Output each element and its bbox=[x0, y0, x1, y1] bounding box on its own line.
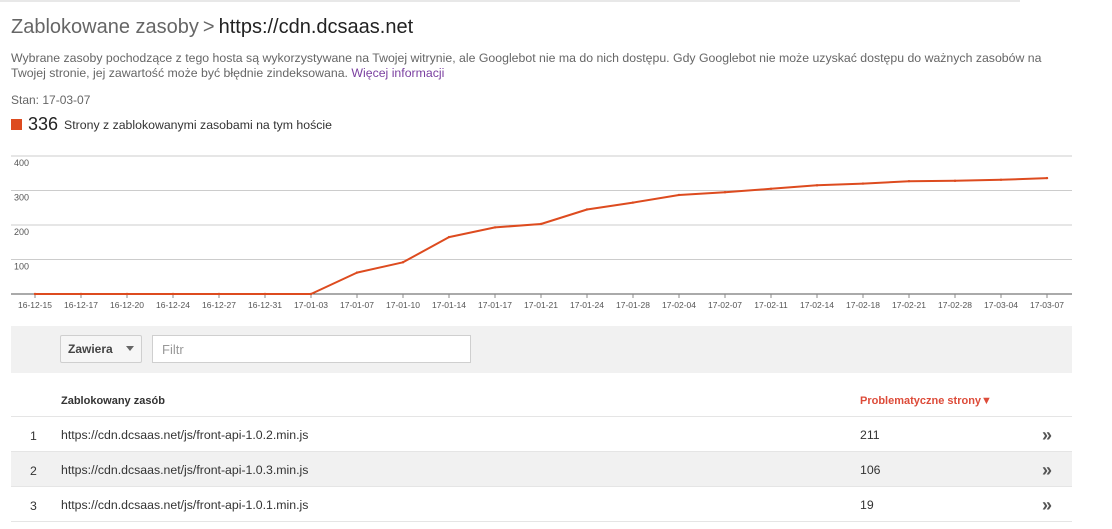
y-tick-label: 100 bbox=[14, 262, 29, 272]
double-chevron-right-icon[interactable]: » bbox=[1042, 495, 1052, 516]
breadcrumb-separator: > bbox=[202, 16, 215, 38]
x-tick-label: 17-01-24 bbox=[570, 300, 604, 310]
x-tick-label: 16-12-17 bbox=[64, 300, 98, 310]
data-point bbox=[217, 292, 221, 296]
affected-pages-count: 19 bbox=[860, 498, 874, 512]
description: Wybrane zasoby pochodzące z tego hosta s… bbox=[11, 51, 1051, 81]
y-tick-label: 400 bbox=[14, 158, 29, 168]
data-point bbox=[309, 292, 313, 296]
x-tick-label: 17-02-14 bbox=[800, 300, 834, 310]
chart-legend: 336 Strony z zablokowanymi zasobami na t… bbox=[11, 114, 332, 135]
x-tick-label: 17-01-10 bbox=[386, 300, 420, 310]
data-point bbox=[769, 187, 773, 190]
data-point bbox=[677, 193, 681, 197]
data-point bbox=[33, 292, 37, 296]
more-info-link[interactable]: Więcej informacji bbox=[351, 66, 444, 80]
y-tick-label: 200 bbox=[14, 227, 29, 237]
legend-label: Strony z zablokowanymi zasobami na tym h… bbox=[64, 117, 332, 132]
x-tick-label: 17-02-11 bbox=[754, 300, 788, 310]
legend-swatch bbox=[11, 119, 22, 130]
x-tick-label: 17-02-21 bbox=[892, 300, 926, 310]
y-tick-label: 300 bbox=[14, 193, 29, 203]
data-point bbox=[355, 271, 359, 274]
x-tick-label: 17-01-03 bbox=[294, 300, 328, 310]
data-point bbox=[263, 292, 267, 296]
chevron-down-icon bbox=[126, 346, 134, 351]
table-header: Zablokowany zasób Problematyczne strony▼ bbox=[11, 383, 1072, 417]
table-row[interactable]: 2 https://cdn.dcsaas.net/js/front-api-1.… bbox=[11, 452, 1072, 487]
line-chart: 100 200 300 400 16-12-15 16-12-17 16-12-20 16-1… bbox=[11, 155, 1072, 310]
description-text: Wybrane zasoby pochodzące z tego hosta s… bbox=[11, 51, 1042, 80]
data-point bbox=[493, 226, 497, 229]
affected-pages-count: 211 bbox=[860, 428, 880, 442]
filter-mode-dropdown[interactable]: Zawiera bbox=[60, 335, 142, 363]
data-point bbox=[953, 179, 957, 183]
data-point bbox=[171, 292, 175, 296]
x-tick-label: 16-12-20 bbox=[110, 300, 144, 310]
data-point bbox=[723, 191, 727, 194]
x-tick-label: 16-12-15 bbox=[18, 300, 52, 310]
legend-count: 336 bbox=[28, 114, 59, 134]
data-point bbox=[401, 261, 405, 264]
x-tick-label: 17-02-04 bbox=[662, 300, 696, 310]
data-point bbox=[999, 178, 1003, 182]
x-tick-label: 17-02-07 bbox=[708, 300, 742, 310]
status-date: Stan: 17-03-07 bbox=[11, 93, 91, 107]
data-point bbox=[907, 179, 911, 183]
data-point bbox=[125, 292, 129, 296]
series-line bbox=[35, 177, 1048, 295]
resource-url: https://cdn.dcsaas.net/js/front-api-1.0.… bbox=[61, 498, 309, 512]
column-header-pages-sort[interactable]: Problematyczne strony▼ bbox=[860, 395, 992, 407]
data-point bbox=[539, 222, 543, 226]
x-tick-label: 17-02-18 bbox=[846, 300, 880, 310]
breadcrumb: Zablokowane zasoby > https://cdn.dcsaas.ne… bbox=[11, 16, 413, 39]
table-row[interactable]: 1 https://cdn.dcsaas.net/js/front-api-1.… bbox=[11, 417, 1072, 452]
data-point bbox=[1045, 176, 1049, 180]
breadcrumb-parent[interactable]: Zablokowane zasoby bbox=[11, 16, 199, 38]
top-divider bbox=[0, 0, 1020, 2]
page-title: https://cdn.dcsaas.net bbox=[218, 16, 414, 38]
table-row[interactable]: 3 https://cdn.dcsaas.net/js/front-api-1.… bbox=[11, 487, 1072, 522]
x-tick-label: 16-12-31 bbox=[248, 300, 282, 310]
x-tick-label: 17-01-21 bbox=[524, 300, 558, 310]
x-tick-label: 16-12-27 bbox=[202, 300, 236, 310]
x-tick-label: 17-03-07 bbox=[1030, 300, 1064, 310]
row-number: 3 bbox=[30, 499, 37, 513]
data-point bbox=[631, 201, 635, 204]
affected-pages-count: 106 bbox=[860, 463, 881, 477]
x-tick-label: 17-01-07 bbox=[340, 300, 374, 310]
resources-table: Zablokowany zasób Problematyczne strony▼… bbox=[11, 383, 1072, 522]
double-chevron-right-icon[interactable]: » bbox=[1042, 425, 1052, 446]
row-number: 2 bbox=[30, 464, 37, 478]
double-chevron-right-icon[interactable]: » bbox=[1042, 460, 1052, 481]
data-point bbox=[815, 184, 819, 187]
x-tick-label: 17-03-04 bbox=[984, 300, 1018, 310]
row-number: 1 bbox=[30, 429, 37, 443]
resource-url: https://cdn.dcsaas.net/js/front-api-1.0.… bbox=[61, 428, 309, 442]
filter-input[interactable] bbox=[152, 335, 471, 363]
resource-url: https://cdn.dcsaas.net/js/front-api-1.0.… bbox=[61, 463, 309, 477]
x-tick-label: 17-01-17 bbox=[478, 300, 512, 310]
x-tick-label: 17-01-14 bbox=[432, 300, 466, 310]
column-header-resource[interactable]: Zablokowany zasób bbox=[61, 395, 165, 407]
x-tick-label: 17-02-28 bbox=[938, 300, 972, 310]
data-point bbox=[585, 208, 589, 211]
x-tick-label: 16-12-24 bbox=[156, 300, 190, 310]
filter-bar: Zawiera bbox=[11, 326, 1072, 373]
filter-mode-label: Zawiera bbox=[68, 342, 113, 356]
data-point bbox=[447, 235, 451, 239]
data-point bbox=[79, 292, 83, 296]
x-tick-label: 17-01-28 bbox=[616, 300, 650, 310]
data-point bbox=[861, 182, 865, 185]
